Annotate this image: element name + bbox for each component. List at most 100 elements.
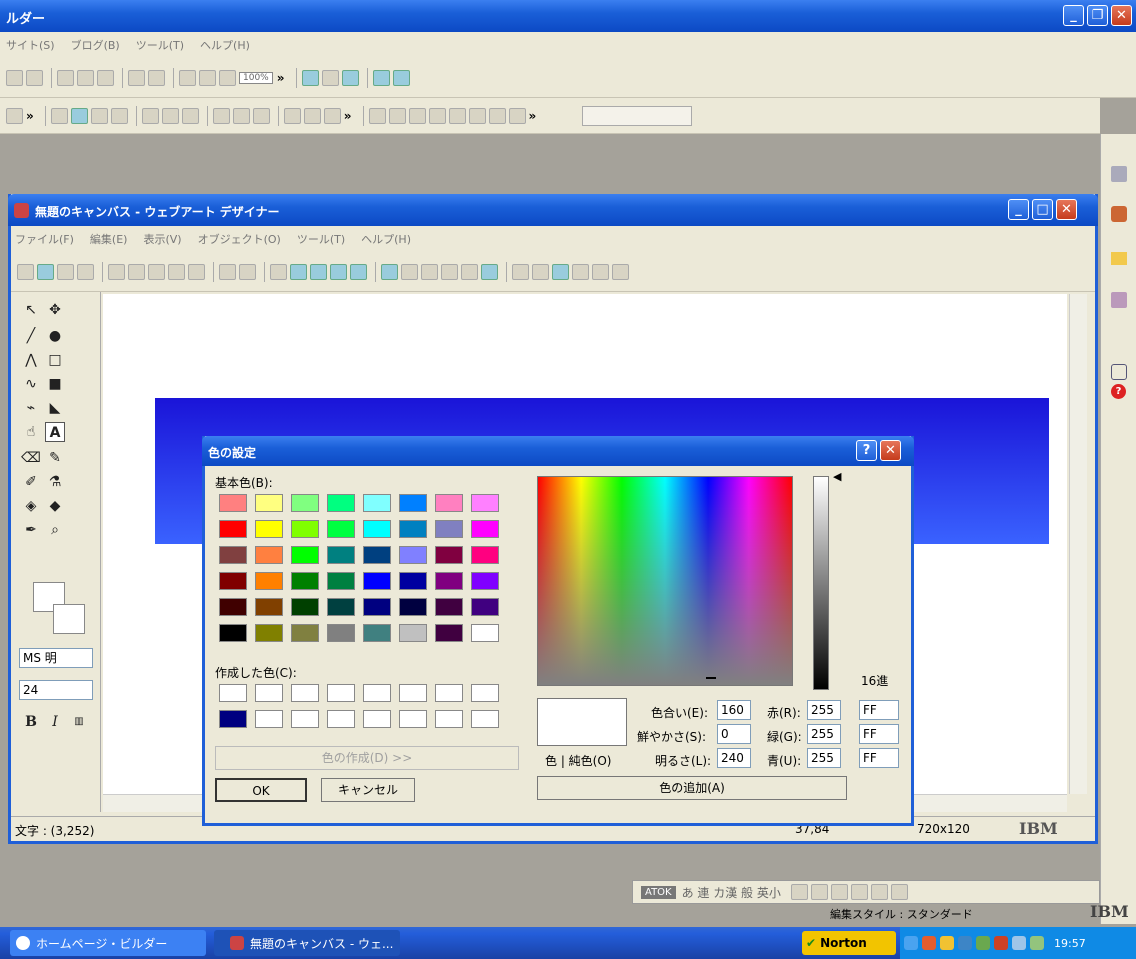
rectangle-tool-icon[interactable]: □ <box>45 350 65 370</box>
toolbar-icon[interactable] <box>77 69 94 86</box>
font-name-select[interactable]: MS 明 <box>19 648 93 668</box>
toolbar-icon[interactable] <box>212 107 230 124</box>
color-swatch[interactable] <box>363 684 391 702</box>
color-swatch[interactable] <box>255 546 283 564</box>
eraser-tool-icon[interactable]: ⌫ <box>21 448 41 468</box>
toolbar-icon[interactable] <box>323 107 341 124</box>
panel-folder-icon[interactable] <box>1111 252 1127 265</box>
color-swatch[interactable] <box>471 710 499 728</box>
color-swatch[interactable] <box>327 598 355 616</box>
ime-modes[interactable]: あ 連 カ漢 般 英小 <box>682 884 781 901</box>
color-swatch[interactable] <box>471 572 499 590</box>
color-swatch[interactable] <box>471 684 499 702</box>
color-swatch[interactable] <box>435 684 463 702</box>
toolbar-icon[interactable] <box>441 263 458 280</box>
dialog-close-button[interactable]: ✕ <box>880 440 901 461</box>
color-swatch[interactable] <box>363 572 391 590</box>
ime-atok-label[interactable]: ATOK <box>641 885 676 899</box>
toolbar-icon[interactable] <box>350 263 367 280</box>
menu-view[interactable]: 表示(V) <box>143 231 181 247</box>
color-swatch[interactable] <box>471 520 499 538</box>
color-swatch[interactable] <box>291 494 319 512</box>
vertical-text-icon[interactable]: ▥ <box>69 712 89 732</box>
hue-input[interactable]: 160 <box>717 700 751 720</box>
color-swatch[interactable] <box>363 598 391 616</box>
save-icon[interactable] <box>90 107 108 124</box>
hex-blue-input[interactable]: FF <box>859 748 899 768</box>
menu-site[interactable]: サイト(S) <box>6 37 55 53</box>
cut-icon[interactable] <box>141 107 159 124</box>
color-swatch[interactable] <box>327 494 355 512</box>
tray-icon[interactable] <box>1012 936 1026 950</box>
toolbar-icon[interactable] <box>97 69 114 86</box>
redo-icon[interactable] <box>252 107 270 124</box>
ime-icon[interactable] <box>890 884 908 900</box>
new-icon[interactable] <box>17 263 34 280</box>
tray-icon[interactable] <box>1030 936 1044 950</box>
zoom-tool-icon[interactable]: ⌕ <box>45 520 65 540</box>
paste-icon[interactable] <box>148 263 165 280</box>
toolbar-icon[interactable] <box>468 107 486 124</box>
zoom-in-icon[interactable] <box>179 69 196 86</box>
tray-icon[interactable] <box>904 936 918 950</box>
color-swatch[interactable] <box>435 494 463 512</box>
canvas-maximize-button[interactable]: □ <box>1032 199 1053 220</box>
panel-code-icon[interactable] <box>1111 364 1127 380</box>
toolbar-icon[interactable] <box>481 263 498 280</box>
rounded-rect-tool-icon[interactable]: ■ <box>45 374 65 394</box>
color-swatch[interactable] <box>471 546 499 564</box>
color-swatch[interactable] <box>291 624 319 642</box>
tray-icon[interactable] <box>976 936 990 950</box>
toolbar-icon[interactable] <box>310 263 327 280</box>
menu-tools[interactable]: ツール(T) <box>297 231 345 247</box>
toolbar-icon[interactable] <box>368 107 386 124</box>
color-swatch[interactable] <box>435 546 463 564</box>
color-swatch[interactable] <box>255 572 283 590</box>
blue-input[interactable]: 255 <box>807 748 841 768</box>
color-swatch[interactable] <box>327 520 355 538</box>
color-swatch[interactable] <box>255 520 283 538</box>
toolbar-combo[interactable] <box>582 105 693 126</box>
save-icon[interactable] <box>57 263 74 280</box>
color-swatch[interactable] <box>219 684 247 702</box>
ime-icon[interactable] <box>810 884 828 900</box>
color-swatch[interactable] <box>471 494 499 512</box>
color-swatch[interactable] <box>327 546 355 564</box>
ime-icon[interactable] <box>870 884 888 900</box>
toolbar-icon[interactable] <box>301 69 319 86</box>
color-swatch[interactable] <box>363 494 391 512</box>
line-tool-icon[interactable]: ╱ <box>21 326 41 346</box>
menu-tools[interactable]: ツール(T) <box>136 37 184 53</box>
toolbar-icon[interactable] <box>330 263 347 280</box>
toolbar-icon[interactable] <box>552 263 569 280</box>
color-swatch[interactable] <box>435 520 463 538</box>
toolbar-icon[interactable] <box>428 107 446 124</box>
gradient-tool-icon[interactable]: ◆ <box>45 496 65 516</box>
copy-icon[interactable] <box>128 263 145 280</box>
color-swatch[interactable] <box>291 572 319 590</box>
color-swatch[interactable] <box>399 684 427 702</box>
color-swatch[interactable] <box>399 520 427 538</box>
open-icon[interactable] <box>70 107 88 124</box>
tray-icon[interactable] <box>940 936 954 950</box>
fill-tool-icon[interactable]: ◈ <box>21 496 41 516</box>
polygon-tool-icon[interactable]: ◣ <box>45 398 65 418</box>
font-size-select[interactable]: 24 <box>19 680 93 700</box>
toolbar-icon[interactable] <box>421 263 438 280</box>
minimize-button[interactable]: _ <box>1063 5 1084 26</box>
color-swatch[interactable] <box>291 520 319 538</box>
toolbar-icon[interactable] <box>512 263 529 280</box>
color-swatch[interactable] <box>255 494 283 512</box>
toolbar-icon[interactable] <box>283 107 301 124</box>
export-icon[interactable] <box>77 263 94 280</box>
panel-parts-icon[interactable] <box>1111 206 1127 222</box>
toolbar-icon[interactable] <box>448 107 466 124</box>
color-swatch[interactable] <box>399 598 427 616</box>
brush-tool-icon[interactable]: ✐ <box>21 472 41 492</box>
color-swatch[interactable] <box>435 572 463 590</box>
paste-icon[interactable] <box>181 107 199 124</box>
new-icon[interactable] <box>50 107 68 124</box>
panel-pages-icon[interactable] <box>1111 166 1127 182</box>
color-swatch[interactable] <box>399 494 427 512</box>
toolbar-icon[interactable] <box>461 263 478 280</box>
